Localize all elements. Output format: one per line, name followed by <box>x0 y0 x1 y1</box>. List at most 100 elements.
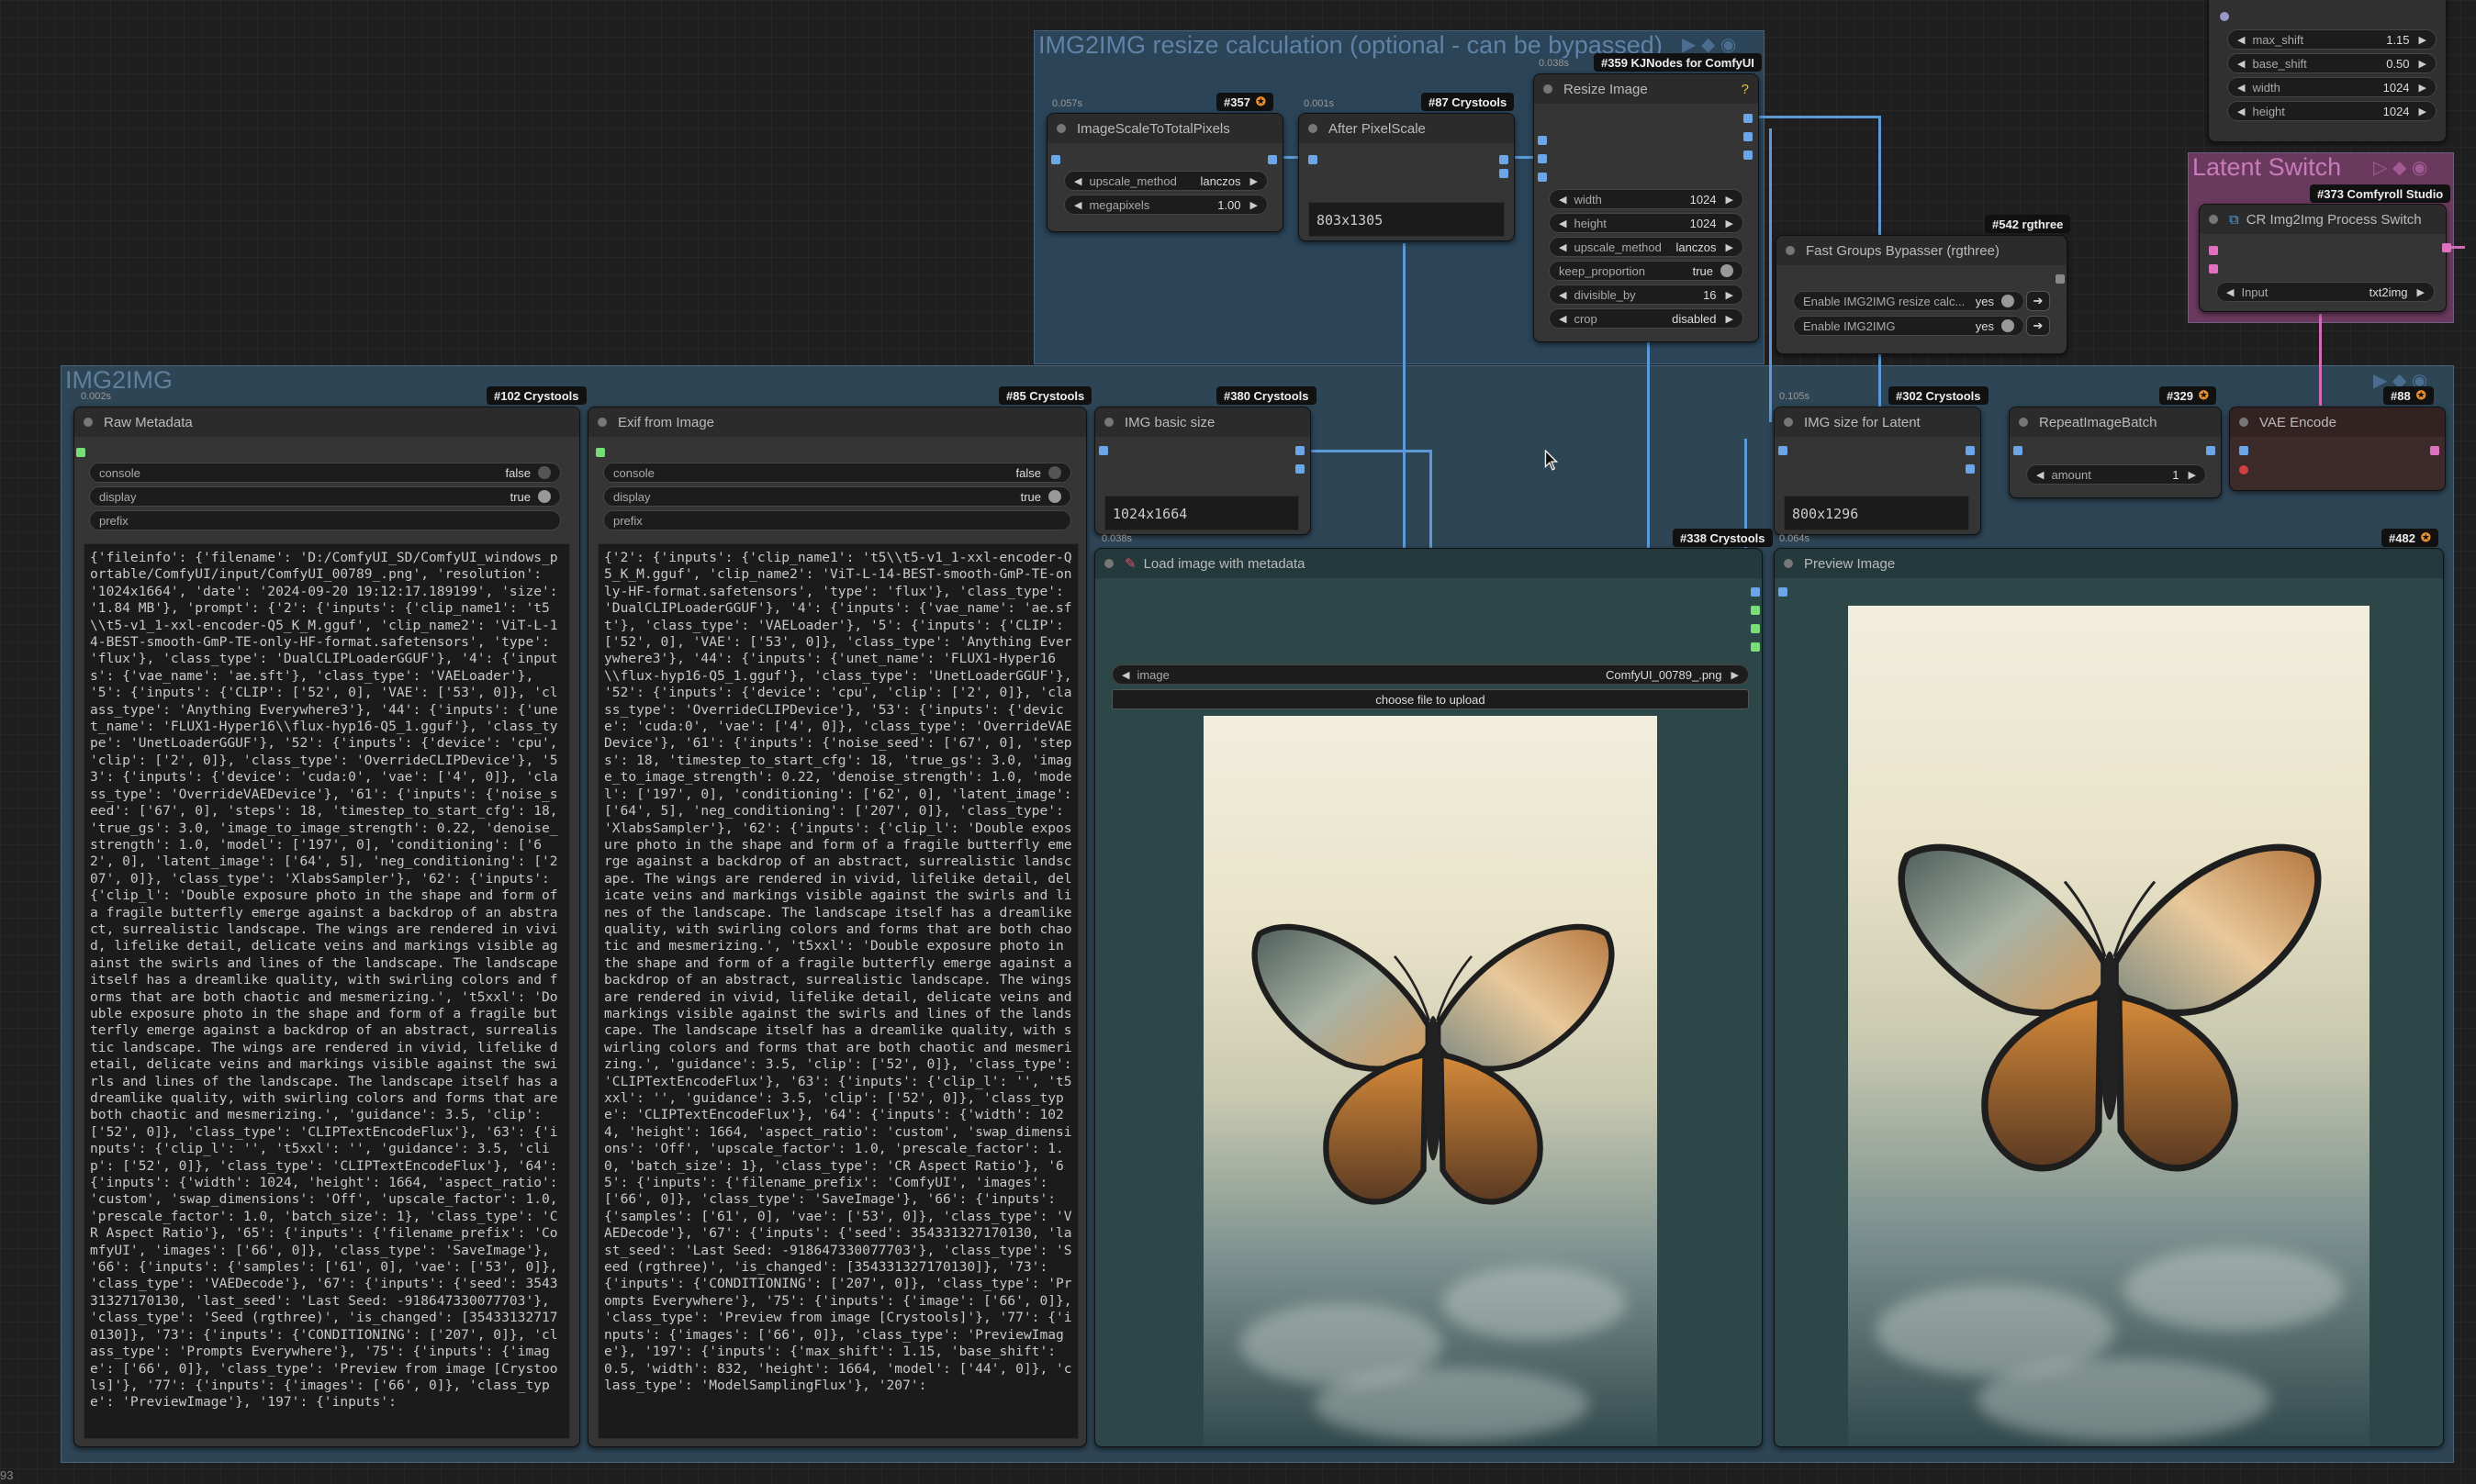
input-select-widget[interactable]: ◀ Input txt2img ▶ <box>2216 282 2435 302</box>
arrow-left-icon[interactable]: ◀ <box>2237 34 2245 46</box>
toggle-knob[interactable] <box>2001 295 2014 307</box>
exif-text[interactable]: {'2': {'inputs': {'clip_name1': 't5\\t5-… <box>598 543 1079 1439</box>
width-widget[interactable]: ◀ width 1024 ▶ <box>1549 189 1743 209</box>
input-port[interactable] <box>1308 155 1317 164</box>
image-input-port[interactable] <box>1051 155 1060 164</box>
width-widget[interactable]: ◀ width 1024 ▶ <box>2227 77 2437 97</box>
height-widget[interactable]: ◀ height 1024 ▶ <box>2227 101 2437 121</box>
console-toggle[interactable]: console false <box>603 463 1071 483</box>
toggle-knob[interactable] <box>1720 264 1733 277</box>
img-basic-size-node[interactable]: IMG basic size 1024x1664 <box>1094 407 1311 535</box>
input-port[interactable] <box>2220 12 2229 21</box>
input-port[interactable] <box>2013 446 2022 455</box>
display-toggle[interactable]: display true <box>603 486 1071 507</box>
arrow-left-icon[interactable]: ◀ <box>1559 241 1566 253</box>
toggle-knob[interactable] <box>538 490 551 503</box>
arrow-left-icon[interactable]: ◀ <box>1074 175 1081 187</box>
collapse-dot-icon[interactable] <box>2019 418 2028 427</box>
collapse-dot-icon[interactable] <box>1057 124 1066 133</box>
output-port[interactable] <box>1751 624 1760 633</box>
node-header[interactable]: ✎ Load image with metadata <box>1095 549 1762 578</box>
output-port[interactable] <box>1751 606 1760 615</box>
arrow-left-icon[interactable]: ◀ <box>1559 218 1566 229</box>
arrow-left-icon[interactable]: ◀ <box>2237 82 2245 94</box>
toggle-knob[interactable] <box>2001 319 2014 332</box>
vae-input-port[interactable] <box>2239 465 2248 474</box>
node-header[interactable]: VAE Encode <box>2230 407 2445 437</box>
keep-proportion-toggle[interactable]: keep_proportion true <box>1549 261 1743 281</box>
arrow-right-icon[interactable]: ▶ <box>1731 669 1739 681</box>
node-header[interactable]: IMG basic size <box>1095 407 1310 437</box>
max-shift-widget[interactable]: ◀ max_shift 1.15 ▶ <box>2227 29 2437 50</box>
output-port[interactable] <box>1966 464 1975 474</box>
collapse-dot-icon[interactable] <box>2209 215 2218 224</box>
enable-resize-toggle[interactable]: Enable IMG2IMG resize calc... yes <box>1793 291 2024 311</box>
arrow-right-icon[interactable]: ▶ <box>1250 175 1258 187</box>
vae-encode-node[interactable]: VAE Encode <box>2229 407 2446 491</box>
arrow-left-icon[interactable]: ◀ <box>2036 469 2044 481</box>
model-sampling-node[interactable]: ◀ max_shift 1.15 ▶ ◀ base_shift 0.50 ▶ ◀… <box>2208 0 2447 142</box>
choose-file-button[interactable]: choose file to upload <box>1112 689 1749 709</box>
output-port[interactable] <box>1499 155 1508 164</box>
output-port[interactable] <box>2056 274 2065 284</box>
load-image-with-metadata-node[interactable]: ✎ Load image with metadata ◀ image ComfyU… <box>1094 548 1763 1447</box>
arrow-right-icon[interactable]: ▶ <box>1726 218 1733 229</box>
prefix-field[interactable]: prefix <box>603 510 1071 530</box>
input-port[interactable] <box>1538 136 1547 145</box>
base-shift-widget[interactable]: ◀ base_shift 0.50 ▶ <box>2227 53 2437 73</box>
arrow-right-icon[interactable]: ▶ <box>2419 82 2426 94</box>
navigate-arrow-icon[interactable]: ➔ <box>2026 316 2050 336</box>
input-port[interactable] <box>1538 173 1547 182</box>
upscale-method-widget[interactable]: ◀ upscale_method lanczos ▶ <box>1549 237 1743 257</box>
output-port[interactable] <box>2206 446 2215 455</box>
node-header[interactable]: Raw Metadata <box>74 407 579 437</box>
after-pixelscale-node[interactable]: After PixelScale 803x1305 <box>1298 113 1515 241</box>
node-header[interactable]: Preview Image <box>1775 549 2443 578</box>
arrow-left-icon[interactable]: ◀ <box>1559 313 1566 325</box>
collapse-dot-icon[interactable] <box>1104 559 1114 568</box>
node-header[interactable]: RepeatImageBatch <box>2010 407 2221 437</box>
cr-img2img-switch-node[interactable]: ⧉ CR Img2Img Process Switch ◀ Input txt2i… <box>2199 204 2447 312</box>
img-size-for-latent-node[interactable]: IMG size for Latent 800x1296 <box>1774 407 1981 535</box>
image-select-widget[interactable]: ◀ image ComfyUI_00789_.png ▶ <box>1112 664 1749 685</box>
repeat-image-batch-node[interactable]: RepeatImageBatch ◀ amount 1 ▶ <box>2009 407 2222 498</box>
arrow-right-icon[interactable]: ▶ <box>2417 286 2425 298</box>
images-input-port[interactable] <box>1778 587 1787 597</box>
output-port[interactable] <box>1295 446 1305 455</box>
latent-output-port[interactable] <box>2442 243 2451 252</box>
node-header[interactable]: Resize Image? <box>1534 74 1758 104</box>
collapse-dot-icon[interactable] <box>84 418 93 427</box>
arrow-right-icon[interactable]: ▶ <box>1726 241 1733 253</box>
image-output-port[interactable] <box>1268 155 1277 164</box>
arrow-right-icon[interactable]: ▶ <box>2419 34 2426 46</box>
input-port[interactable] <box>1778 446 1787 455</box>
collapse-dot-icon[interactable] <box>1104 418 1114 427</box>
preview-image-node[interactable]: Preview Image <box>1774 548 2444 1447</box>
node-header[interactable]: Exif from Image <box>588 407 1086 437</box>
arrow-left-icon[interactable]: ◀ <box>2237 58 2245 70</box>
arrow-left-icon[interactable]: ◀ <box>2226 286 2234 298</box>
arrow-right-icon[interactable]: ▶ <box>1726 289 1733 301</box>
exif-from-image-node[interactable]: Exif from Image console false display tr… <box>588 407 1087 1447</box>
arrow-left-icon[interactable]: ◀ <box>1122 669 1129 681</box>
node-header[interactable]: IMG size for Latent <box>1775 407 1980 437</box>
divisible-by-widget[interactable]: ◀ divisible_by 16 ▶ <box>1549 285 1743 305</box>
collapse-dot-icon[interactable] <box>1543 84 1552 94</box>
output-port[interactable] <box>1751 642 1760 652</box>
pixels-input-port[interactable] <box>2239 446 2248 455</box>
node-header[interactable]: ImageScaleToTotalPixels <box>1048 114 1283 143</box>
fast-groups-bypasser-node[interactable]: Fast Groups Bypasser (rgthree) Enable IM… <box>1776 235 2067 354</box>
arrow-right-icon[interactable]: ▶ <box>1726 194 1733 206</box>
arrow-left-icon[interactable]: ◀ <box>2237 106 2245 117</box>
output-port[interactable] <box>1751 587 1760 597</box>
arrow-right-icon[interactable]: ▶ <box>1250 199 1258 211</box>
megapixels-widget[interactable]: ◀ megapixels 1.00 ▶ <box>1064 195 1268 215</box>
toggle-knob[interactable] <box>1048 490 1061 503</box>
resize-image-node[interactable]: Resize Image? ◀ width 1024 ▶ ◀ height 10… <box>1533 73 1759 342</box>
output-port[interactable] <box>1743 151 1753 160</box>
arrow-right-icon[interactable]: ▶ <box>2189 469 2196 481</box>
arrow-right-icon[interactable]: ▶ <box>2419 58 2426 70</box>
height-widget[interactable]: ◀ height 1024 ▶ <box>1549 213 1743 233</box>
navigate-arrow-icon[interactable]: ➔ <box>2026 291 2050 311</box>
collapse-dot-icon[interactable] <box>1308 124 1317 133</box>
